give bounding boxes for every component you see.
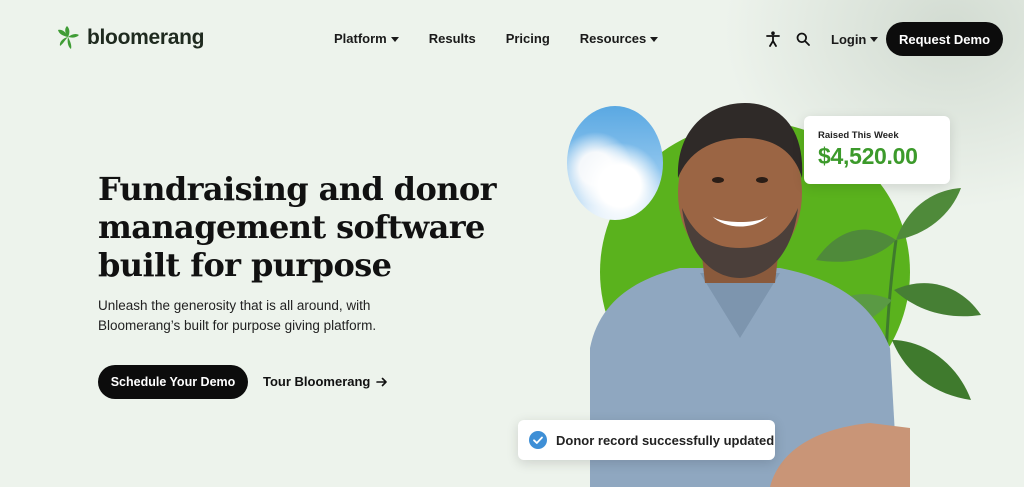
brand-name: bloomerang (87, 26, 205, 49)
tour-label: Tour Bloomerang (263, 374, 371, 389)
chevron-down-icon (390, 36, 399, 42)
header-utilities: Login (763, 29, 879, 49)
raised-this-week-card: Raised This Week $4,520.00 (804, 116, 950, 184)
site-header: bloomerang Platform Results Pricing Reso… (0, 0, 1024, 80)
chevron-down-icon (650, 36, 659, 42)
raised-label: Raised This Week (818, 130, 899, 141)
nav-item-pricing[interactable]: Pricing (506, 31, 550, 46)
toast-message: Donor record successfully updated (556, 432, 775, 448)
nav-item-results[interactable]: Results (429, 31, 476, 46)
bloomerang-logo-icon (58, 26, 79, 49)
chevron-down-icon (870, 37, 879, 42)
check-circle-icon (529, 431, 547, 449)
arrow-right-icon (376, 377, 388, 386)
accessibility-icon (766, 31, 780, 47)
main-nav: Platform Results Pricing Resources (334, 31, 659, 46)
request-demo-button[interactable]: Request Demo (886, 22, 1003, 56)
login-menu[interactable]: Login (831, 31, 879, 47)
nav-label: Platform (334, 31, 387, 46)
brand-logo[interactable]: bloomerang (55, 25, 204, 51)
nav-item-resources[interactable]: Resources (579, 31, 659, 46)
donor-updated-toast: Donor record successfully updated (518, 420, 775, 460)
tour-bloomerang-link[interactable]: Tour Bloomerang (263, 374, 388, 389)
login-label: Login (831, 31, 867, 47)
accessibility-button[interactable] (763, 29, 783, 49)
nav-label: Resources (579, 31, 647, 46)
raised-amount: $4,520.00 (818, 143, 918, 169)
schedule-demo-button[interactable]: Schedule Your Demo (98, 365, 248, 399)
nav-item-platform[interactable]: Platform (334, 31, 399, 46)
search-button[interactable] (793, 29, 813, 49)
nav-label: Pricing (505, 31, 550, 46)
hero-subtitle: Unleash the generosity that is all aroun… (98, 298, 377, 333)
nav-label: Results (428, 31, 476, 46)
search-icon (796, 32, 810, 46)
hero-title: Fundraising and donor management softwar… (98, 170, 496, 284)
